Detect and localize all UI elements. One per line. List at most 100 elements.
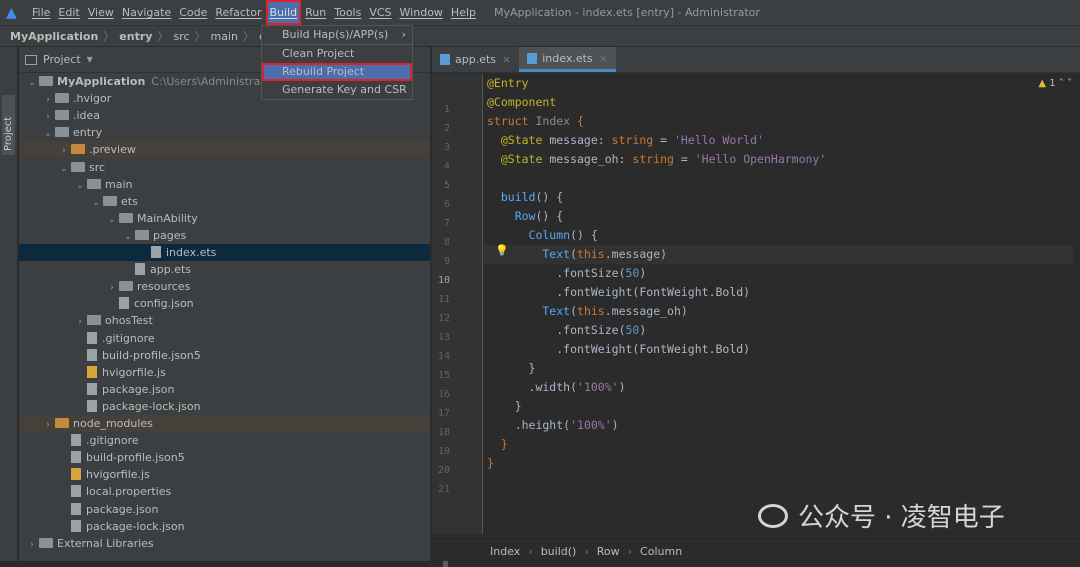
tree-item[interactable]: ⌄ pages [19, 227, 430, 244]
tree-item[interactable]: › node_modules [19, 415, 430, 432]
close-icon[interactable]: × [599, 47, 608, 70]
tree-item[interactable]: package-lock.json [19, 398, 430, 415]
chevron-right-icon: › [401, 28, 406, 41]
tree-item[interactable]: › resources [19, 278, 430, 295]
menu-tools[interactable]: Tools [330, 0, 365, 25]
code-line[interactable]: } [487, 397, 1077, 416]
tree-item[interactable]: app.ets [19, 261, 430, 278]
menu-code[interactable]: Code [175, 0, 211, 25]
tree-item[interactable]: config.json [19, 295, 430, 312]
menu-help[interactable]: Help [447, 0, 480, 25]
code-line[interactable]: @State message_oh: string = 'Hello OpenH… [487, 150, 1077, 169]
file-icon [135, 263, 145, 276]
code-token: 'Hello World' [673, 133, 764, 147]
tree-item-label: ets [121, 194, 138, 208]
menu-view[interactable]: View [84, 0, 118, 25]
code-line[interactable]: @Entry [487, 74, 1077, 93]
tree-item[interactable]: build-profile.json5 [19, 347, 430, 364]
close-icon[interactable]: × [502, 47, 511, 73]
tree-item[interactable]: package.json [19, 501, 430, 518]
breadcrumb-item[interactable]: main [211, 30, 238, 43]
menu-run[interactable]: Run [301, 0, 330, 25]
tree-item-label: hvigorfile.js [102, 365, 166, 379]
line-number: 14 [437, 351, 450, 362]
tree-item[interactable]: package-lock.json [19, 518, 430, 535]
tree-item[interactable]: › .preview [19, 141, 430, 159]
tree-item[interactable]: hvigorfile.js [19, 364, 430, 381]
menu-edit[interactable]: Edit [54, 0, 83, 25]
code-line[interactable]: Text(this.message) [483, 245, 1073, 264]
tab-app-ets[interactable]: app.ets × [432, 47, 519, 72]
lightbulb-icon[interactable]: 💡 [495, 244, 509, 257]
breadcrumb-item[interactable]: entry [119, 30, 152, 43]
menu-navigate[interactable]: Navigate [118, 0, 175, 25]
tree-item[interactable]: › ohosTest [19, 312, 430, 329]
breadcrumb-item[interactable]: MyApplication [10, 30, 98, 43]
window-title: MyApplication - index.ets [entry] - Admi… [494, 6, 760, 19]
code-line[interactable]: @Component [487, 93, 1077, 112]
code-breadcrumb-item[interactable]: build() [541, 545, 577, 558]
code-token: ) [618, 380, 626, 394]
code-line[interactable]: .width('100%') [487, 378, 1077, 397]
tree-item[interactable]: › External Libraries [19, 535, 430, 552]
inspection-widget[interactable]: ▲ 1 ˄ ˅ [1038, 78, 1072, 89]
menu-item-rebuild-project[interactable]: Rebuild Project [262, 63, 412, 81]
code-token: @Component [487, 95, 557, 109]
tree-item[interactable]: .gitignore [19, 330, 430, 347]
breadcrumb: MyApplication〉entry〉src〉main〉ets〉Main [0, 25, 1080, 47]
menu-vcs[interactable]: VCS [365, 0, 395, 25]
code-breadcrumb: Index › build() › Row › Column [432, 541, 1080, 561]
menu-item-build-hap-s-app-s-[interactable]: Build Hap(s)/APP(s) › [262, 26, 412, 44]
code-line[interactable]: } [487, 435, 1077, 454]
code-line[interactable]: .fontSize(50) [487, 321, 1077, 340]
code-line[interactable]: build() { [487, 188, 1077, 207]
file-icon [119, 297, 129, 310]
tree-item[interactable]: package.json [19, 381, 430, 398]
breadcrumb-item[interactable]: src [173, 30, 189, 43]
code-line[interactable]: .fontSize(50) [487, 264, 1077, 283]
code-token: '100%' [570, 418, 612, 432]
tree-item[interactable]: .gitignore [19, 432, 430, 449]
chevron-right-icon[interactable]: › [25, 537, 39, 554]
tree-item[interactable]: ⌄ src [19, 159, 430, 176]
code-token: = [680, 152, 695, 166]
tree-item[interactable]: ⌄ main [19, 176, 430, 193]
menu-window[interactable]: Window [396, 0, 447, 25]
tree-item[interactable]: ⌄ MainAbility [19, 210, 430, 227]
code-line[interactable]: @State message: string = 'Hello World' [487, 131, 1077, 150]
code-line[interactable]: } [487, 454, 1077, 473]
menu-file[interactable]: File [28, 0, 54, 25]
code-breadcrumb-item[interactable]: Row [597, 545, 620, 558]
code-line[interactable]: .fontWeight(FontWeight.Bold) [487, 340, 1077, 359]
menu-build[interactable]: Build [265, 0, 302, 25]
code-line[interactable]: .height('100%') [487, 416, 1077, 435]
tree-item[interactable]: build-profile.json5 [19, 449, 430, 466]
code-line[interactable]: struct Index { [487, 112, 1077, 131]
code-line[interactable]: Column() { [487, 226, 1077, 245]
tree-item[interactable]: index.ets [19, 244, 430, 261]
breadcrumb-separator-icon: 〉 [242, 30, 254, 43]
code-line[interactable] [487, 169, 1077, 188]
project-tool-button[interactable]: Project [2, 95, 15, 155]
menu-item-clean-project[interactable]: Clean Project [262, 45, 412, 63]
menu-refactor[interactable]: Refactor [211, 0, 265, 25]
code-token: ) [611, 418, 619, 432]
code-breadcrumb-item[interactable]: Column [640, 545, 682, 558]
tree-item[interactable]: › .idea [19, 107, 430, 124]
tab-index-ets[interactable]: index.ets × [519, 47, 616, 72]
code-line[interactable]: .fontWeight(FontWeight.Bold) [487, 283, 1077, 302]
chevron-down-icon[interactable]: ▼ [87, 55, 93, 64]
code-breadcrumb-item[interactable]: Index [490, 545, 520, 558]
code-line[interactable]: Text(this.message_oh) [487, 302, 1077, 321]
tree-item[interactable]: ⌄ ets [19, 193, 430, 210]
code-line[interactable]: } [487, 359, 1077, 378]
tree-item[interactable]: local.properties [19, 483, 430, 500]
line-number: 10 [437, 275, 450, 286]
tree-item-label: index.ets [166, 246, 217, 259]
tree-item[interactable]: ⌄ entry [19, 124, 430, 141]
tree-item[interactable]: hvigorfile.js [19, 466, 430, 483]
code-token: .fontSize [487, 266, 619, 280]
menu-item-generate-key-and-csr[interactable]: Generate Key and CSR [262, 81, 412, 99]
ets-file-icon [527, 52, 538, 64]
code-line[interactable]: Row() { [487, 207, 1077, 226]
